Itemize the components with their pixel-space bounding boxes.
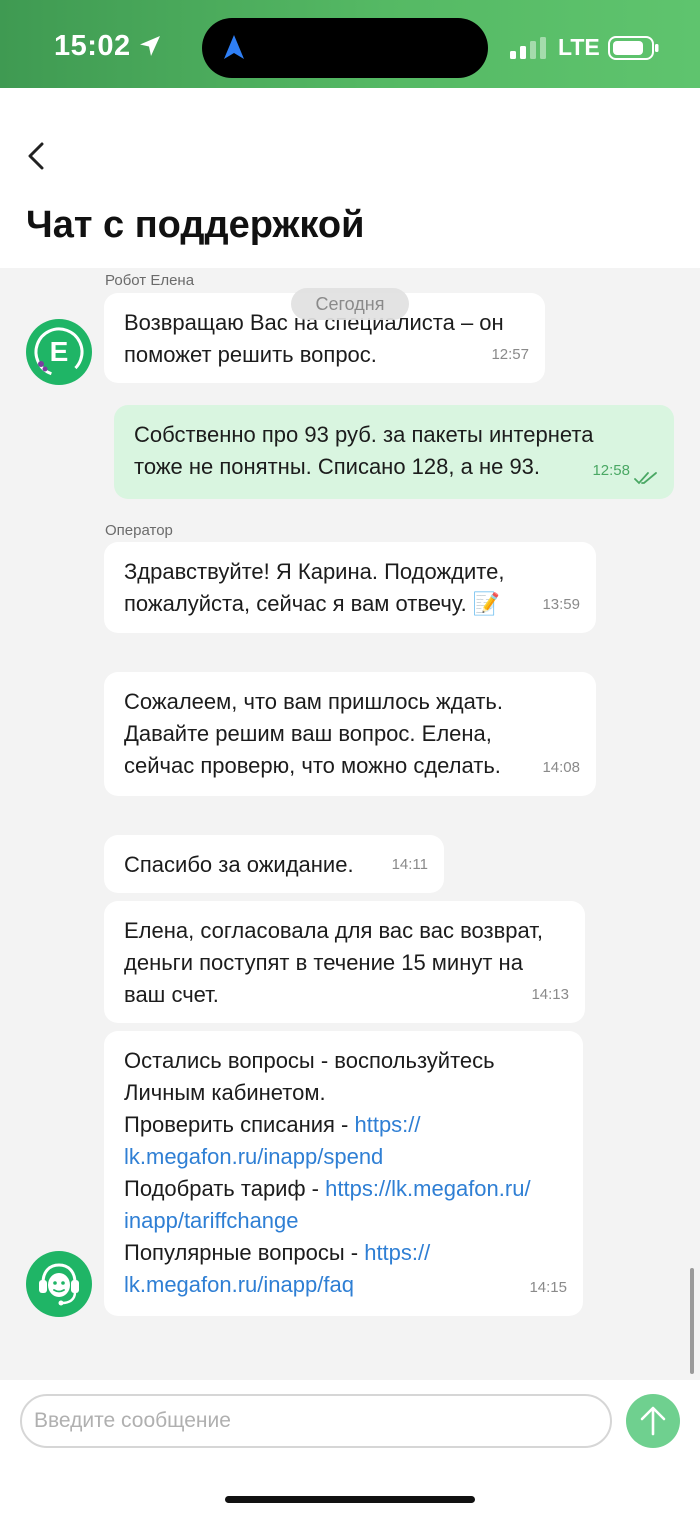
message-time: 14:11 — [391, 856, 428, 873]
network-type: LTE — [558, 34, 600, 60]
status-time: 15:02 — [54, 30, 131, 62]
battery-icon — [608, 36, 659, 60]
tariff-link-continued[interactable]: inapp/tariffchange — [124, 1205, 563, 1237]
status-bar: 15:02 LTE — [0, 0, 700, 88]
spend-link-continued[interactable]: lk.megafon.ru/inapp/spend — [124, 1141, 563, 1173]
back-button[interactable] — [20, 138, 52, 174]
header: Чат с поддержкой — [0, 88, 700, 268]
composer — [0, 1380, 700, 1517]
message-text: Собственно про 93 руб. за пакеты интерне… — [134, 422, 594, 479]
chat-scrollbar[interactable] — [690, 1268, 694, 1374]
outgoing-message-bubble[interactable]: Собственно про 93 руб. за пакеты интерне… — [114, 405, 674, 499]
date-separator: Сегодня — [291, 288, 409, 320]
faq-link[interactable]: https:// — [364, 1240, 430, 1265]
faq-link-continued[interactable]: lk.megafon.ru/inapp/faq — [124, 1269, 563, 1301]
navigation-icon — [224, 35, 244, 59]
message-time: 14:13 — [531, 986, 569, 1003]
sender-label-operator: Оператор — [105, 522, 173, 539]
robot-avatar: E — [26, 319, 92, 385]
message-time: 14:08 — [542, 759, 580, 776]
send-button[interactable] — [626, 1394, 680, 1448]
message-bubble-links[interactable]: Остались вопросы - воспользуйтесь Личным… — [104, 1031, 583, 1316]
message-text: Здравствуйте! Я Карина. Подождите, пожал… — [124, 559, 505, 616]
message-bubble[interactable]: Здравствуйте! Я Карина. Подождите, пожал… — [104, 542, 596, 633]
message-time: 14:15 — [529, 1279, 567, 1296]
message-line: Остались вопросы - воспользуйтесь — [124, 1048, 495, 1073]
chevron-left-icon — [28, 142, 44, 170]
message-text: Елена, согласовала для вас вас возврат, … — [124, 918, 544, 1007]
message-bubble[interactable]: Сожалеем, что вам пришлось ждать. Давайт… — [104, 672, 596, 796]
link-label-tariff: Подобрать тариф - — [124, 1176, 326, 1201]
sender-label-robot: Робот Елена — [105, 272, 195, 289]
message-time: 12:58 — [592, 462, 630, 479]
arrow-up-icon — [640, 1406, 666, 1436]
message-bubble[interactable]: Елена, согласовала для вас вас возврат, … — [104, 901, 585, 1023]
chat-area[interactable]: Робот Елена Возвращаю Вас на специалиста… — [0, 268, 700, 1380]
tariff-link[interactable]: https://lk.megafon.ru/ — [325, 1176, 530, 1201]
link-label-faq: Популярные вопросы - — [124, 1240, 365, 1265]
page-title: Чат с поддержкой — [26, 204, 365, 246]
message-time: 12:57 — [491, 346, 529, 363]
robot-avatar-letter: E — [49, 336, 69, 367]
spend-link[interactable]: https:// — [354, 1112, 420, 1137]
message-input[interactable] — [20, 1394, 612, 1448]
home-indicator[interactable] — [225, 1496, 475, 1503]
support-agent-icon — [39, 1263, 79, 1306]
location-arrow-icon — [140, 36, 160, 56]
message-time: 13:59 — [542, 596, 580, 613]
double-check-icon — [634, 472, 657, 485]
signal-icon — [510, 37, 546, 59]
message-line: Личным кабинетом. — [124, 1080, 326, 1105]
dynamic-island — [202, 18, 488, 78]
operator-avatar — [26, 1251, 92, 1317]
message-bubble[interactable]: Спасибо за ожидание. 14:11 — [104, 835, 444, 893]
message-text: Спасибо за ожидание. — [124, 852, 354, 877]
screen: 15:02 LTE Чат с поддержкой Робот Елена В… — [0, 0, 700, 1517]
link-label-spend: Проверить списания - — [124, 1112, 355, 1137]
message-text: Сожалеем, что вам пришлось ждать. Давайт… — [124, 689, 503, 778]
